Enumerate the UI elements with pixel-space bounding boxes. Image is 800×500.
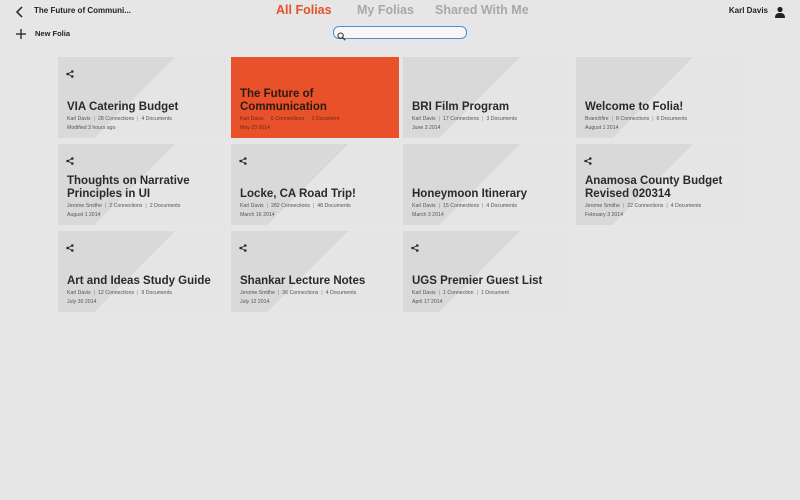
folia-documents: 1 Document bbox=[311, 116, 340, 122]
folia-connections: 36 Connections bbox=[282, 290, 319, 296]
folia-card[interactable]: Locke, CA Road Trip! Karl Davis | 282 Conn… bbox=[231, 144, 399, 225]
folia-title: The Future of Communication bbox=[240, 88, 327, 113]
folia-documents: 4 Documents bbox=[670, 203, 702, 209]
share-icon bbox=[239, 152, 247, 165]
folia-documents: 4 Documents bbox=[141, 116, 172, 122]
folia-date: May 23 2014 bbox=[240, 125, 270, 131]
folia-owner: Karl Davis bbox=[412, 203, 436, 209]
folia-card[interactable]: UGS Premier Guest List Karl Davis | 1 Conn… bbox=[403, 231, 571, 312]
search-input[interactable] bbox=[348, 27, 460, 38]
tab-all-folias[interactable]: All Folias bbox=[276, 3, 332, 17]
folia-connections: 22 Connections bbox=[627, 203, 664, 209]
folia-documents: 48 Documents bbox=[317, 203, 351, 209]
share-icon bbox=[411, 239, 419, 252]
folia-card[interactable]: VIA Catering Budget Karl Davis | 28 Connec… bbox=[58, 57, 226, 138]
folia-owner: Karl Davis bbox=[412, 290, 436, 296]
share-icon bbox=[239, 239, 247, 252]
folia-owner: Branchfire bbox=[585, 116, 609, 122]
folia-card[interactable]: Thoughts on Narrative Principles in UI J… bbox=[58, 144, 226, 225]
folia-meta: Karl Davis | 15 Connections | 4 Documents bbox=[412, 203, 517, 209]
folia-owner: Jerome Smithe bbox=[67, 203, 102, 209]
share-icon bbox=[66, 239, 74, 252]
folia-meta: Jerome Smithe | 22 Connections | 4 Documents bbox=[585, 203, 702, 209]
share-icon bbox=[66, 152, 74, 165]
folia-meta: Karl Davis | 6 Connections | 1 Document bbox=[240, 116, 340, 122]
folia-date: July 12 2014 bbox=[240, 299, 270, 305]
folia-date: June 3 2014 bbox=[412, 125, 441, 131]
folia-documents: 3 Documents bbox=[486, 116, 517, 122]
folia-card[interactable]: Anamosa County Budget Revised 020314 Jer… bbox=[576, 144, 744, 225]
folia-card[interactable]: Honeymoon Itinerary Karl Davis | 15 Connec… bbox=[403, 144, 571, 225]
top-bar: The Future of Communi... All Folias My F… bbox=[0, 0, 800, 24]
folia-owner: Karl Davis bbox=[240, 116, 264, 122]
search-icon bbox=[337, 28, 346, 41]
folia-connections: 2 Connections bbox=[109, 203, 143, 209]
folia-date: August 1 2014 bbox=[67, 212, 101, 218]
folia-date: April 17 2014 bbox=[412, 299, 443, 305]
folia-owner: Jerome Smithe bbox=[240, 290, 275, 296]
folia-title: BRI Film Program bbox=[412, 101, 510, 113]
folia-grid: VIA Catering Budget Karl Davis | 28 Connec… bbox=[58, 57, 744, 313]
folia-connections: 6 Connections bbox=[271, 116, 305, 122]
folia-connections: 17 Connections bbox=[443, 116, 480, 122]
folia-documents: 4 Documents bbox=[325, 290, 357, 296]
folia-date: July 30 2014 bbox=[67, 299, 97, 305]
share-icon bbox=[584, 152, 592, 165]
folia-documents: 4 Documents bbox=[486, 203, 517, 209]
tab-shared-with-me[interactable]: Shared With Me bbox=[435, 3, 529, 17]
search-box[interactable] bbox=[333, 26, 467, 41]
folia-connections: 1 Connection bbox=[443, 290, 474, 296]
folia-title: Locke, CA Road Trip! bbox=[240, 188, 356, 200]
folia-meta: Karl Davis | 12 Connections | 9 Documents bbox=[67, 290, 172, 296]
folia-meta: Karl Davis | 1 Connection | 1 Document bbox=[412, 290, 509, 296]
folia-connections: 282 Connections bbox=[271, 203, 310, 209]
folia-owner: Jerome Smithe bbox=[585, 203, 620, 209]
plus-icon bbox=[15, 27, 27, 39]
folia-meta: Karl Davis | 282 Connections | 48 Documents bbox=[240, 203, 351, 209]
folia-title: Welcome to Folia! bbox=[585, 101, 684, 113]
folia-date: February 3 2014 bbox=[585, 212, 624, 218]
folia-meta: Karl Davis | 28 Connections | 4 Documents bbox=[67, 116, 172, 122]
folia-title: Honeymoon Itinerary bbox=[412, 188, 528, 200]
document-title: The Future of Communi... bbox=[34, 6, 131, 15]
folia-card[interactable]: BRI Film Program Karl Davis | 17 Connectio… bbox=[403, 57, 571, 138]
folia-documents: 6 Documents bbox=[656, 116, 688, 122]
folia-date: August 1 2014 bbox=[585, 125, 619, 131]
folia-meta: Jerome Smithe | 2 Connections | 2 Documents bbox=[67, 203, 181, 209]
folia-connections: 8 Connections bbox=[616, 116, 650, 122]
folia-documents: 2 Documents bbox=[149, 203, 181, 209]
folia-meta: Jerome Smithe | 36 Connections | 4 Documents bbox=[240, 290, 357, 296]
folia-connections: 28 Connections bbox=[98, 116, 135, 122]
folia-meta: Branchfire | 8 Connections | 6 Documents bbox=[585, 116, 688, 122]
folia-title: Art and Ideas Study Guide bbox=[67, 275, 211, 287]
folia-card[interactable]: Shankar Lecture Notes Jerome Smithe | 36 C… bbox=[231, 231, 399, 312]
folia-documents: 9 Documents bbox=[141, 290, 172, 296]
folia-card[interactable]: The Future of Communication Karl Davis | 6… bbox=[231, 57, 399, 138]
folia-owner: Karl Davis bbox=[412, 116, 436, 122]
back-arrow-icon[interactable] bbox=[13, 5, 27, 19]
folia-owner: Karl Davis bbox=[67, 290, 91, 296]
new-folia-label: New Folia bbox=[35, 29, 71, 38]
folia-connections: 12 Connections bbox=[98, 290, 135, 296]
folia-meta: Karl Davis | 17 Connections | 3 Documents bbox=[412, 116, 517, 122]
folia-documents: 1 Document bbox=[480, 290, 509, 296]
folia-title: Thoughts on Narrative Principles in UI bbox=[67, 175, 190, 200]
folia-connections: 15 Connections bbox=[443, 203, 480, 209]
share-icon bbox=[66, 65, 74, 78]
folia-title: Shankar Lecture Notes bbox=[240, 275, 366, 287]
user-name[interactable]: Karl Davis bbox=[729, 6, 768, 15]
folia-date: March 3 2014 bbox=[412, 212, 444, 218]
folia-owner: Karl Davis bbox=[240, 203, 264, 209]
folia-title: Anamosa County Budget Revised 020314 bbox=[585, 175, 723, 200]
folia-title: UGS Premier Guest List bbox=[412, 275, 543, 287]
tab-my-folias[interactable]: My Folias bbox=[357, 3, 414, 17]
user-icon[interactable] bbox=[774, 5, 786, 18]
folia-title: VIA Catering Budget bbox=[67, 101, 179, 113]
folia-date: Modified 3 hours ago bbox=[67, 125, 116, 131]
folia-card[interactable]: Art and Ideas Study Guide Karl Davis | 12 … bbox=[58, 231, 226, 312]
folia-owner: Karl Davis bbox=[67, 116, 91, 122]
folia-date: March 16 2014 bbox=[240, 212, 275, 218]
folia-card[interactable]: Welcome to Folia! Branchfire | 8 Connectio… bbox=[576, 57, 744, 138]
